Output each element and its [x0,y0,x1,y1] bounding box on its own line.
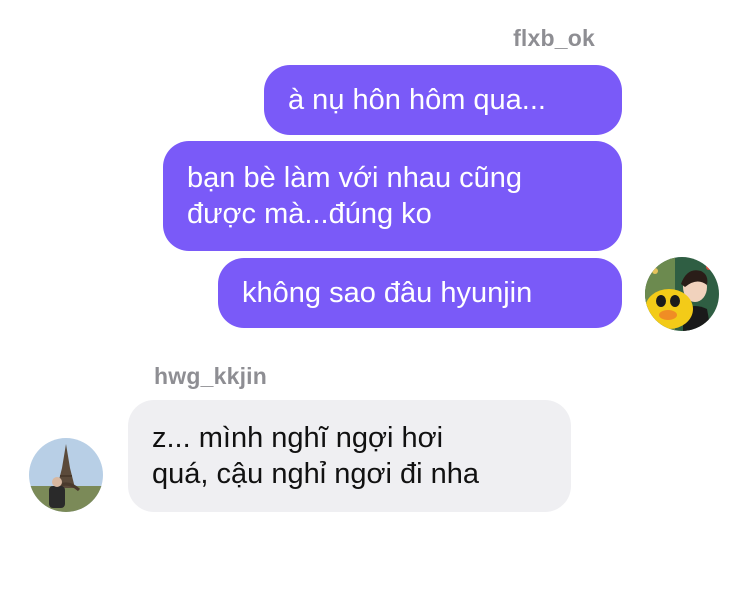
avatar-photo-icon [645,257,719,331]
avatar-outgoing[interactable] [645,257,719,331]
sender-name-outgoing: flxb_ok [513,25,595,51]
chat-thread: flxb_ok à nụ hôn hôm qua... bạn bè làm v… [0,0,740,590]
message-bubble-incoming[interactable]: z... mình nghĩ ngợi hơi quá, cậu nghỉ ng… [128,400,571,512]
message-bubble-outgoing[interactable]: bạn bè làm với nhau cũng được mà...đúng … [163,141,622,251]
message-bubble-outgoing[interactable]: không sao đâu hyunjin [218,258,622,328]
message-bubble-outgoing[interactable]: à nụ hôn hôm qua... [264,65,622,135]
avatar-incoming[interactable] [29,438,103,512]
avatar-photo-icon [29,438,103,512]
sender-name-incoming: hwg_kkjin [154,363,267,389]
